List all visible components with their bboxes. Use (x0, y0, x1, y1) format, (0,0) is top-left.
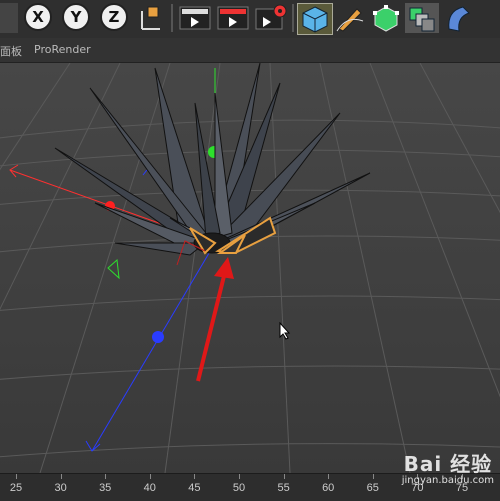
baidu-jingyan-watermark: Bai 经验 jingyan.baidu.com (402, 448, 494, 486)
timeline-frame-label: 40 (143, 482, 156, 494)
timeline-frame-label: 50 (232, 482, 246, 494)
render-picture-viewer-icon[interactable] (215, 3, 251, 33)
timeline-frame-label: 45 (188, 482, 201, 494)
z-axis-lock-button[interactable]: Z (100, 3, 128, 31)
y-axis-lock-button[interactable]: Y (62, 3, 90, 31)
timeline-tick-mark (239, 474, 240, 479)
render-view-icon[interactable] (177, 3, 213, 33)
timeline-frame-label: 65 (366, 482, 379, 494)
z-axis-handle (152, 331, 164, 343)
viewport-scene[interactable] (0, 62, 500, 474)
viewport-menu-bar: 面板 ProRender (0, 38, 500, 63)
menu-item-prorender[interactable]: ProRender (34, 43, 91, 56)
timeline-frame-label: 30 (54, 482, 67, 494)
timeline-tick-mark (149, 474, 151, 479)
timeline-tick-mark (328, 474, 330, 479)
x-axis-lock-button[interactable]: X (24, 3, 52, 31)
watermark-url: jingyan.baidu.com (401, 475, 494, 486)
timeline-tick-mark (372, 474, 374, 479)
coordinate-system-icon[interactable] (136, 3, 168, 33)
deformer-bend-icon[interactable] (441, 3, 475, 33)
menu-item-panel[interactable]: 面板 (0, 43, 22, 59)
timeline-tick-mark (60, 474, 62, 479)
y-axis-label: Y (70, 8, 82, 26)
watermark-logo: Bai 经验 (403, 452, 493, 476)
timeline-tick-mark (194, 474, 196, 479)
x-axis-label: X (32, 8, 44, 26)
pen-spline-icon[interactable] (333, 3, 367, 33)
timeline-tick-mark (16, 474, 17, 479)
timeline-frame-label: 25 (9, 482, 23, 494)
timeline-tick-mark (283, 474, 285, 479)
subdivision-surface-icon[interactable] (369, 3, 403, 33)
mouse-cursor-icon (279, 321, 291, 344)
render-settings-icon[interactable] (253, 3, 289, 33)
array-cloner-icon[interactable] (405, 3, 439, 33)
main-toolbar: X Y Z (0, 0, 500, 39)
timeline-tick-mark (105, 474, 107, 479)
3d-viewport[interactable] (0, 62, 500, 474)
timeline-frame-label: 55 (277, 482, 290, 494)
toolbar-grip[interactable] (0, 3, 18, 33)
timeline-frame-label: 35 (99, 482, 112, 494)
timeline-frame-label: 60 (322, 482, 335, 494)
z-axis-label: Z (108, 8, 120, 26)
cube-primitive-icon[interactable] (297, 3, 333, 35)
